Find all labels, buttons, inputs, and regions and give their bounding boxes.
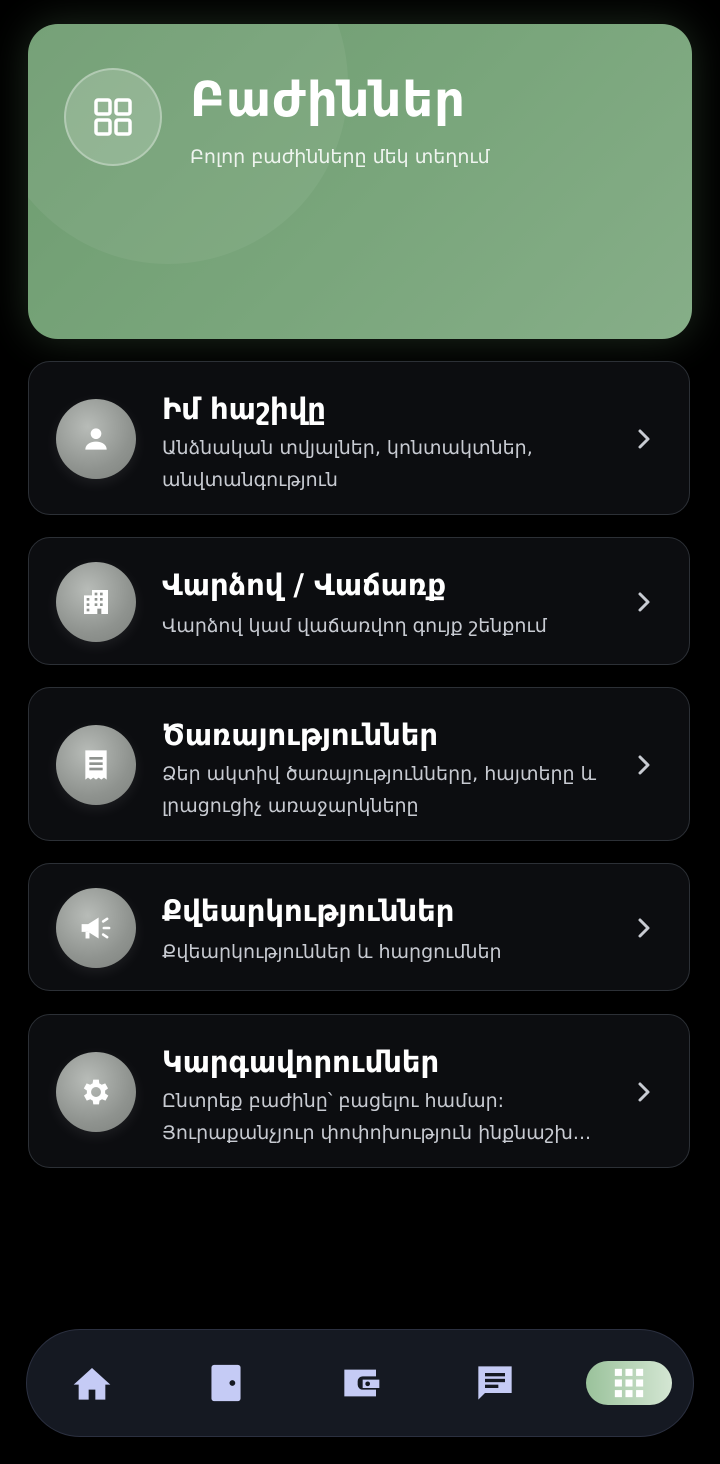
section-description: Քվեարկություններ և հարցումներ [162,941,502,963]
bottom-navigation [26,1329,694,1437]
wallet-icon [344,1369,380,1397]
chevron-right-icon [638,755,650,775]
section-title: Ծառայություններ [162,718,438,752]
sections-header: Բաժիններ Բոլոր բաժինները մեկ տեղում [28,24,692,339]
chevron-right-icon [638,592,650,612]
door-icon [211,1364,241,1402]
nav-apps[interactable] [586,1361,672,1405]
chevron-right-icon [638,1082,650,1102]
section-description: Ձեր ակտիվ ծառայությունները, հայտերը և լր… [162,763,597,817]
megaphone-icon [56,888,136,968]
nav-chat[interactable] [470,1358,520,1408]
chat-icon [478,1366,512,1400]
receipt-icon [56,725,136,805]
section-card-votes[interactable]: Քվեարկություններ Քվեարկություններ և հարց… [28,863,690,991]
section-card-services[interactable]: Ծառայություններ Ձեր ակտիվ ծառայություննե… [28,687,690,841]
person-icon [56,399,136,479]
section-title: Վարձով / Վաճառք [162,568,446,602]
section-title: Իմ հաշիվը [162,392,326,426]
chevron-right-icon [638,429,650,449]
building-icon [56,562,136,642]
chevron-right-icon [638,918,650,938]
home-icon [73,1368,111,1400]
section-card-settings[interactable]: Կարգավորումներ Ընտրեք բաժինը՝ բացելու հա… [28,1014,690,1168]
section-title: Քվեարկություններ [162,894,455,928]
page-subtitle: Բոլոր բաժինները մեկ տեղում [190,146,490,168]
section-description: Ընտրեք բաժինը՝ բացելու համար: Յուրաքանչյ… [162,1090,592,1144]
section-description: Անձնական տվյալներ, կոնտակտներ, անվտանգու… [162,437,533,491]
nav-wallet[interactable] [336,1358,386,1408]
grid-icon [64,68,162,166]
page-title: Բաժիններ [190,72,467,128]
gear-icon [56,1052,136,1132]
section-card-account[interactable]: Իմ հաշիվը Անձնական տվյալներ, կոնտակտներ,… [28,361,690,515]
apps-icon [614,1368,644,1398]
nav-door[interactable] [201,1358,251,1408]
section-card-rent-sale[interactable]: Վարձով / Վաճառք Վարձով կամ վաճառվող գույ… [28,537,690,665]
section-title: Կարգավորումներ [162,1045,440,1079]
section-description: Վարձով կամ վաճառվող գույք շենքում [162,615,547,637]
nav-home[interactable] [67,1358,117,1408]
